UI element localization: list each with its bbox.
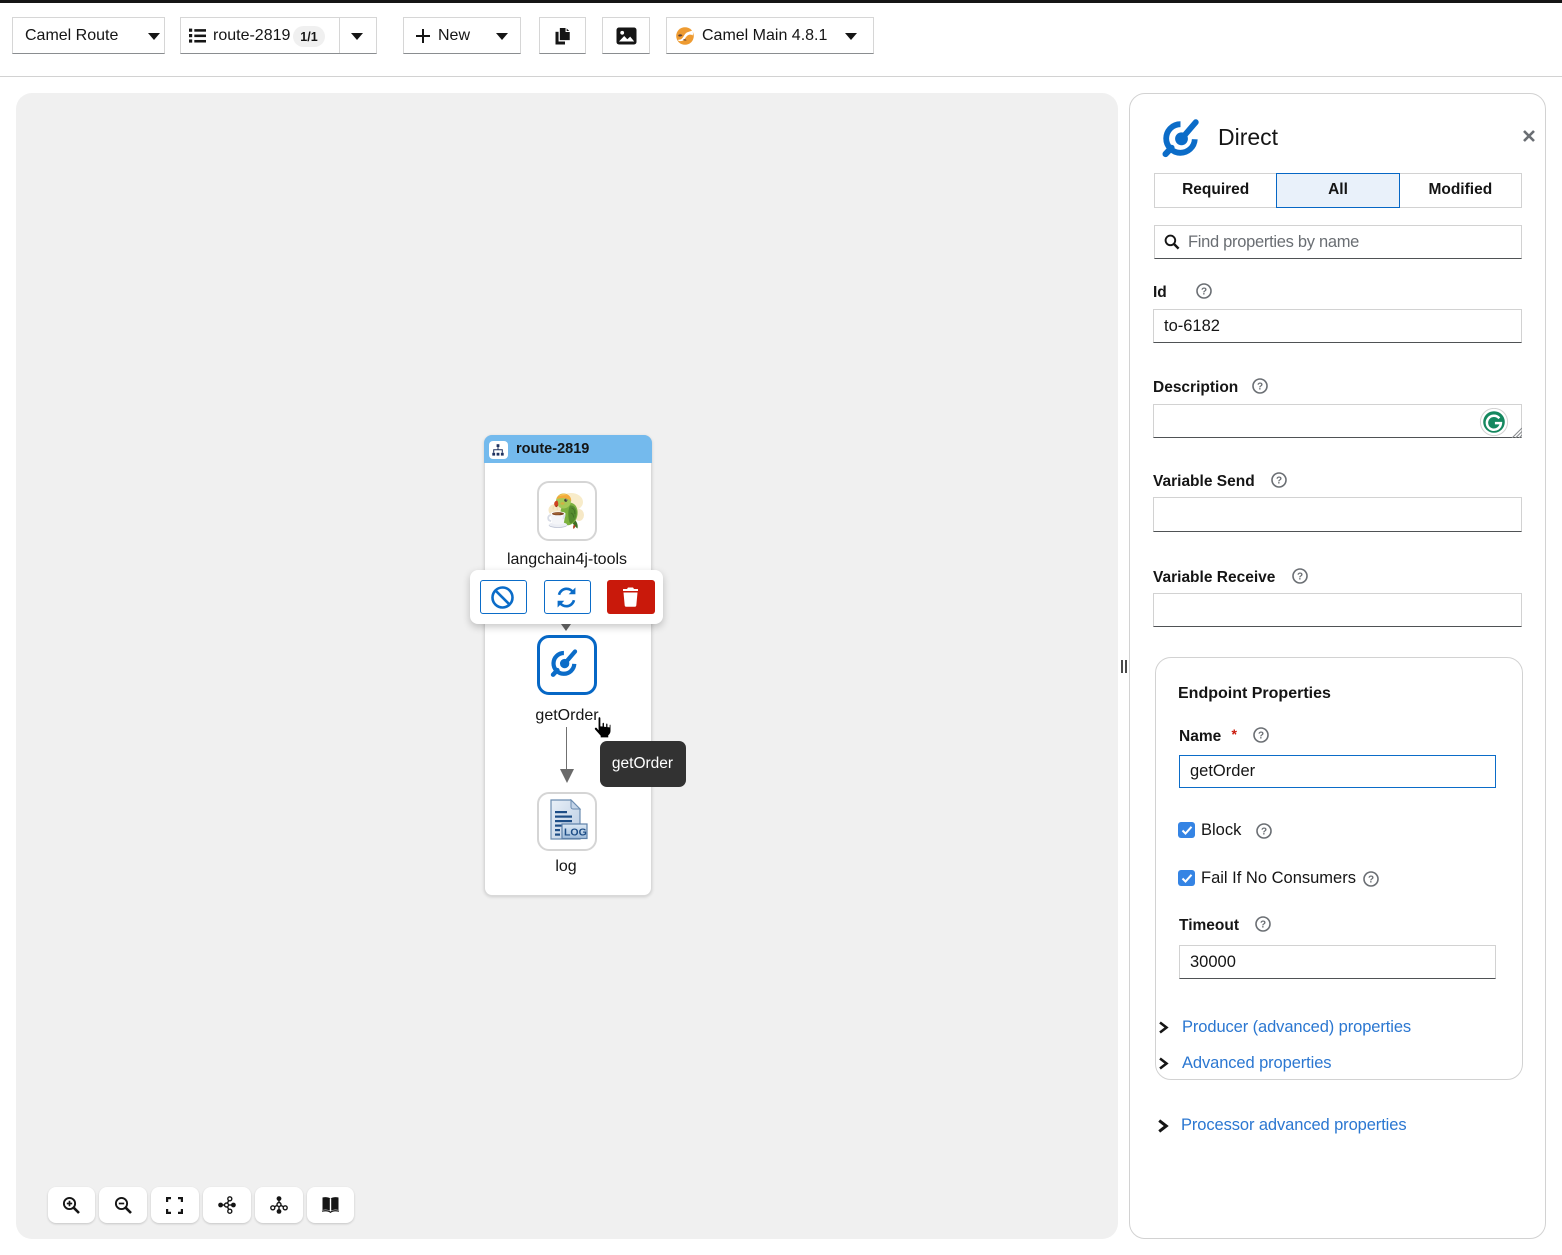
svg-text:?: ? <box>1276 476 1282 487</box>
svg-text:LOG: LOG <box>564 827 587 839</box>
svg-text:?: ? <box>1368 875 1374 886</box>
svg-text:?: ? <box>1297 572 1303 583</box>
svg-text:?: ? <box>1261 827 1267 838</box>
svg-text:?: ? <box>1258 731 1264 742</box>
svg-text:?: ? <box>1257 382 1263 393</box>
svg-text:?: ? <box>1260 920 1266 931</box>
svg-text:?: ? <box>1201 287 1207 298</box>
